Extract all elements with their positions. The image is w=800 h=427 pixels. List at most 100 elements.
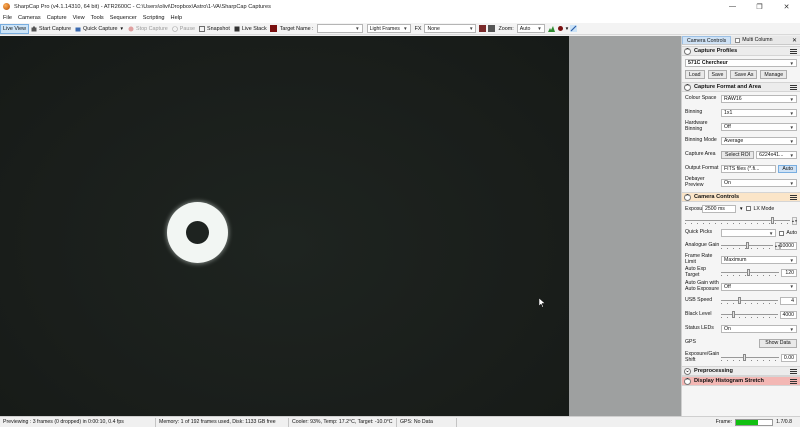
hamburger-menu-icon[interactable] <box>790 378 797 384</box>
stop-capture-button[interactable]: Stop Capture <box>126 24 170 34</box>
exposure-gain-shift-slider-thumb[interactable] <box>743 353 746 361</box>
capture-format-header[interactable]: ⌃ Capture Format and Area <box>682 82 800 92</box>
chevron-down-icon[interactable]: ▼ <box>120 26 124 31</box>
binning-value: 1x1 <box>724 110 733 116</box>
pause-button[interactable]: Pause <box>170 24 197 34</box>
exposure-slider[interactable] <box>685 217 790 225</box>
menu-cameras[interactable]: Cameras <box>18 15 41 21</box>
chevron-down-icon: ▼ <box>789 60 794 66</box>
quick-capture-button[interactable]: Quick Capture ▼ <box>73 24 126 34</box>
binning-select[interactable]: 1x1 ▼ <box>721 109 797 117</box>
show-gps-data-button[interactable]: Show Data <box>759 338 797 348</box>
tab-camera-controls[interactable]: Camera Controls <box>682 36 732 44</box>
frame-rate-select[interactable]: Maximum ▼ <box>721 256 797 264</box>
quick-picks-select[interactable]: ▼ <box>721 229 777 237</box>
pause-label: Pause <box>179 25 196 32</box>
target-icon[interactable] <box>269 25 277 32</box>
output-format-auto-button[interactable]: Auto <box>778 165 797 173</box>
usb-speed-slider-thumb[interactable] <box>738 297 741 304</box>
menu-help[interactable]: Help <box>171 15 183 21</box>
collapse-icon[interactable]: ⌃ <box>684 377 691 385</box>
reticle-icon[interactable] <box>557 25 564 32</box>
auto-exp-target-slider-ticks <box>721 275 779 276</box>
maximize-button[interactable]: ❐ <box>746 0 773 13</box>
display-settings-icon[interactable] <box>479 25 487 32</box>
capture-profiles-header[interactable]: ⌃ Capture Profiles <box>682 46 800 56</box>
hardware-binning-select[interactable]: Off ▼ <box>721 123 797 131</box>
usb-speed-slider[interactable] <box>721 297 778 305</box>
tab-multi-column[interactable]: Multi Column <box>731 36 776 44</box>
hamburger-menu-icon[interactable] <box>790 84 797 90</box>
preprocessing-header[interactable]: ⌄ Preprocessing <box>682 366 800 376</box>
debayer-preview-label: Debayer Preview <box>685 176 705 188</box>
menu-scripting[interactable]: Scripting <box>143 15 165 21</box>
fx-select[interactable]: None ▼ <box>424 24 477 33</box>
multi-column-label: Multi Column <box>742 37 773 43</box>
save-profile-button[interactable]: Save <box>707 70 728 79</box>
minimize-button[interactable]: — <box>719 0 746 13</box>
select-roi-button[interactable]: Select ROI <box>721 151 755 159</box>
histogram-icon[interactable] <box>547 25 555 32</box>
chevron-down-icon[interactable]: ▼ <box>739 206 743 211</box>
hamburger-menu-icon[interactable] <box>790 368 797 374</box>
snapshot-button[interactable]: Snapshot <box>197 24 232 34</box>
close-button[interactable]: ✕ <box>773 0 800 13</box>
profile-select[interactable]: 571C Chercheur ▼ <box>685 59 797 67</box>
frame-counter: 1.7/0.8 <box>776 419 792 425</box>
black-level-slider[interactable] <box>721 311 778 319</box>
auto-gain-select[interactable]: Off ▼ <box>721 282 797 291</box>
expand-icon[interactable]: ⌄ <box>684 367 691 375</box>
menu-view[interactable]: View <box>73 15 85 21</box>
camera-controls-header[interactable]: ⌃ Camera Controls <box>682 192 800 202</box>
menu-tools[interactable]: Tools <box>91 15 104 21</box>
hamburger-menu-icon[interactable] <box>790 48 797 54</box>
analogue-gain-input[interactable]: 10000 <box>780 242 797 250</box>
debayer-preview-select[interactable]: On ▼ <box>721 179 797 187</box>
auto-exp-target-slider[interactable] <box>721 269 779 277</box>
analogue-gain-slider[interactable] <box>721 242 773 250</box>
histogram-stretch-header[interactable]: ⌃ Display Histogram Stretch <box>682 376 800 386</box>
save-as-profile-button[interactable]: Save As <box>730 70 758 79</box>
output-format-select[interactable]: FITS files (*.fi... <box>721 165 777 173</box>
grid-icon[interactable] <box>488 25 496 32</box>
collapse-icon[interactable]: ⌃ <box>684 83 691 91</box>
black-level-slider-thumb[interactable] <box>732 311 735 318</box>
quick-picks-auto-checkbox[interactable] <box>779 230 785 236</box>
collapse-icon[interactable]: ⌃ <box>684 193 691 201</box>
capture-area-label: Capture Area <box>685 151 716 158</box>
menu-capture[interactable]: Capture <box>47 15 67 21</box>
status-leds-select[interactable]: On ▼ <box>721 325 797 333</box>
target-name-input[interactable]: ▼ <box>316 24 363 33</box>
load-profile-button[interactable]: Load <box>685 70 705 79</box>
analogue-gain-slider-thumb[interactable] <box>746 242 749 249</box>
exposure-slider-thumb[interactable] <box>771 217 774 224</box>
focus-assistant-icon[interactable] <box>570 25 578 32</box>
colour-space-select[interactable]: RAW16 ▼ <box>721 95 797 103</box>
manage-profiles-button[interactable]: Manage <box>760 70 788 79</box>
exposure-input[interactable]: 2500 ms <box>702 204 736 213</box>
binning-mode-select[interactable]: Average ▼ <box>721 137 797 145</box>
chevron-down-icon: ▼ <box>789 180 794 186</box>
camera-preview[interactable] <box>0 36 569 416</box>
collapse-icon[interactable]: ⌃ <box>684 47 691 55</box>
exposure-gain-shift-slider[interactable] <box>721 353 779 362</box>
exposure-gain-shift-input[interactable]: 0.00 <box>781 353 797 362</box>
usb-speed-input[interactable]: 4 <box>780 297 797 305</box>
hamburger-menu-icon[interactable] <box>790 194 797 200</box>
live-view-button[interactable]: Live View <box>0 23 29 34</box>
live-stack-button[interactable]: Live Stack <box>232 24 269 34</box>
panel-close-button[interactable]: ✕ <box>792 37 800 44</box>
menu-file[interactable]: File <box>3 15 12 21</box>
auto-exp-target-input[interactable]: 120 <box>781 269 797 277</box>
auto-exp-target-slider-thumb[interactable] <box>747 269 750 276</box>
capture-area-select[interactable]: 6224x41... ▼ <box>756 151 797 159</box>
start-capture-button[interactable]: Start Capture <box>29 24 73 34</box>
menu-sequencer[interactable]: Sequencer <box>110 15 137 21</box>
black-level-input[interactable]: 4000 <box>780 311 797 319</box>
zoom-select[interactable]: Auto ▼ <box>516 24 545 33</box>
exposure-spinner[interactable]: ▲▼ <box>792 217 797 225</box>
chevron-down-icon[interactable]: ▼ <box>565 26 569 31</box>
frame-type-select[interactable]: Light Frames ▼ <box>366 24 411 33</box>
lx-mode-checkbox[interactable] <box>746 206 752 211</box>
multi-column-checkbox[interactable] <box>735 37 741 43</box>
